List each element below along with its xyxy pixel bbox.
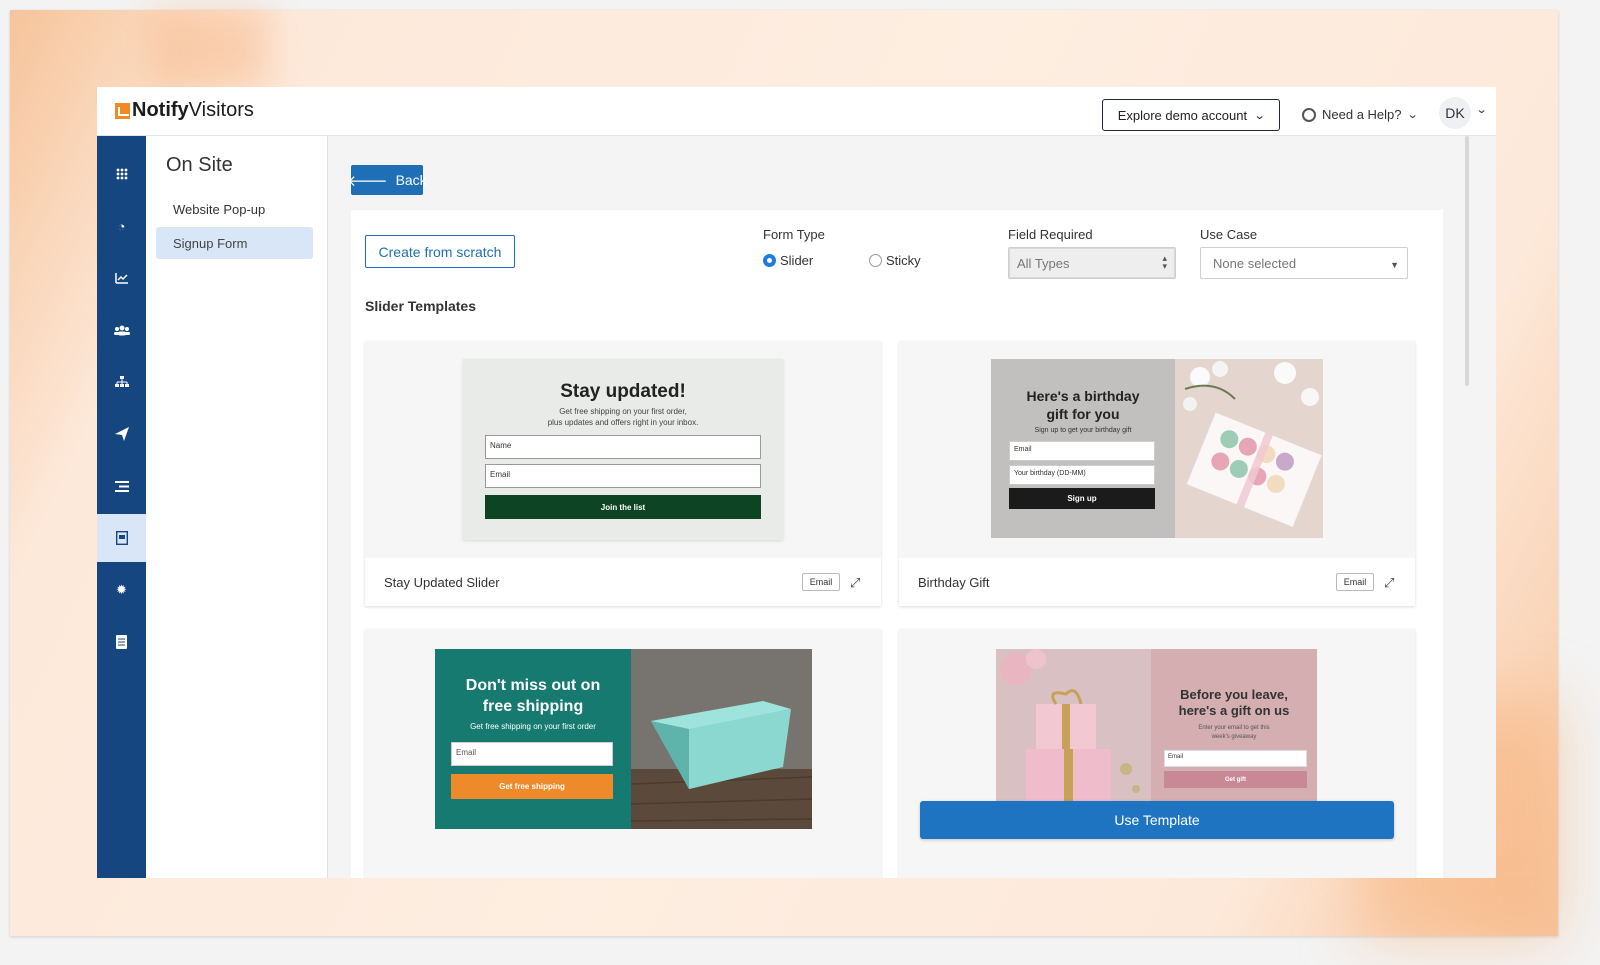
template-card[interactable]: Don't miss out on free shipping Get free… [365,629,881,878]
template-card[interactable]: Here's a birthday gift for you Sign up t… [899,341,1415,606]
mockup-name-field: Name [485,435,761,459]
form-type-label: Form Type [763,227,825,242]
avatar[interactable]: DK [1439,97,1471,129]
mockup-email-field: Email [1009,441,1155,461]
stay-updated-mockup: Stay updated! Get free shipping on your … [463,359,783,540]
top-bar: Notify Visitors Explore demo account ⌄ Ne… [97,87,1496,136]
template-card[interactable]: Before you leave, here's a gift on us En… [899,629,1415,878]
caret-down-icon: ▼ [1390,260,1399,270]
section-title: Slider Templates [365,298,477,314]
mockup-join-button: Join the list [485,495,761,519]
mockup-heading: Before you leave, [1180,687,1288,702]
app-window: Notify Visitors Explore demo account ⌄ Ne… [97,87,1496,878]
mockup-birthday-field: Your birthday (DD-MM) [1009,465,1155,485]
mockup-email-field: Email [451,742,613,766]
send-plane-icon[interactable] [97,410,146,458]
macaron-gift-image [1175,359,1323,538]
template-card[interactable]: Stay updated! Get free shipping on your … [365,341,881,606]
subnav-item-website-popup[interactable]: Website Pop-up [156,193,313,225]
mockup-form-side: Don't miss out on free shipping Get free… [435,649,631,829]
icon-sidebar: ◔ ✹ [97,136,146,878]
mockup-subtext: week's giveaway [1211,734,1257,740]
templates-panel: Create from scratch Form Type Slider Sti… [351,210,1443,878]
mockup-heading: Here's a birthday [1026,388,1140,404]
back-label: Back [395,172,427,188]
email-tag: Email [802,573,840,591]
expand-icon[interactable]: ⤢ [850,575,860,591]
template-preview[interactable]: Before you leave, here's a gift on us En… [899,629,1415,878]
chevron-down-icon[interactable]: ⌄ [1476,103,1488,116]
radio-unselected-icon [869,254,882,267]
subnav-panel: On Site Website Pop-up Signup Form [146,136,328,878]
signup-form-icon[interactable] [97,514,146,562]
mockup-subtext: Sign up to get your birthday gift [1034,427,1132,434]
chevron-down-icon: ⌄ [1253,109,1266,122]
mockup-subtext: Get free shipping on your first order, [559,407,687,416]
field-required-select[interactable]: All Types ▴ ▾ [1008,247,1176,279]
subnav-title: On Site [166,154,233,176]
template-preview[interactable]: Don't miss out on free shipping Get free… [365,629,881,878]
explore-demo-button[interactable]: Explore demo account ⌄ [1102,99,1280,131]
analytics-chart-icon[interactable] [97,254,146,302]
mockup-heading: Don't miss out on [465,677,601,694]
settings-gear-icon[interactable]: ✹ [97,566,146,614]
hierarchy-icon[interactable] [97,358,146,406]
template-preview[interactable]: Stay updated! Get free shipping on your … [365,341,881,558]
mockup-heading: free shipping [482,698,584,715]
email-tag: Email [1336,573,1374,591]
create-from-scratch-button[interactable]: Create from scratch [365,235,515,268]
field-required-label: Field Required [1008,227,1093,242]
subnav-item-signup-form[interactable]: Signup Form [156,227,313,259]
logo-mark-icon [115,102,130,119]
mockup-heading: Stay updated! [560,381,686,402]
shipping-box-image [631,649,812,829]
radio-sticky[interactable]: Sticky [869,253,921,268]
help-menu[interactable]: Need a Help? ⌄ [1302,107,1419,122]
use-case-select[interactable]: None selected ▼ [1200,247,1408,279]
brand-name-bold: Notify [132,99,189,121]
help-label: Need a Help? [1322,107,1402,122]
field-required-value: All Types [1017,255,1070,271]
brand-logo[interactable]: Notify Visitors [115,99,254,122]
arrow-left-icon: 🡐 [347,172,388,190]
mockup-heading: here's a gift on us [1178,703,1290,718]
users-group-icon[interactable] [97,306,146,354]
lifebuoy-icon [1302,107,1316,122]
expand-icon[interactable]: ⤢ [1384,575,1394,591]
mockup-form-side: Here's a birthday gift for you Sign up t… [991,359,1175,538]
chevron-down-icon: ⌄ [1406,109,1419,121]
use-case-value: None selected [1213,255,1297,271]
brand-name-rest: Visitors [188,99,254,121]
updown-caret-icon: ▴ ▾ [1162,253,1167,271]
mockup-email-field: Email [485,464,761,488]
back-button[interactable]: 🡐 Back [347,165,427,195]
explore-demo-label: Explore demo account [1117,107,1248,123]
radio-sticky-label: Sticky [886,253,921,268]
backdrop-glow [150,10,270,90]
birthday-gift-mockup: Here's a birthday gift for you Sign up t… [991,359,1323,538]
list-icon[interactable] [97,462,146,510]
document-icon[interactable] [97,618,146,666]
mockup-form-side: Before you leave, here's a gift on us En… [1151,649,1317,804]
mockup-signup-button: Sign up [1009,488,1155,509]
scrollbar[interactable] [1465,136,1469,386]
gift-boxes-image [996,649,1151,804]
dashboard-gauge-icon[interactable]: ◔ [97,202,146,250]
mockup-email-field: Email [1164,750,1307,767]
radio-slider-label: Slider [780,253,814,268]
mockup-shipping-button: Get free shipping [451,774,613,799]
use-case-label: Use Case [1200,227,1258,242]
radio-selected-icon [763,254,776,267]
use-template-button[interactable]: Use Template [920,801,1394,839]
apps-grid-icon[interactable] [97,150,146,198]
free-shipping-mockup: Don't miss out on free shipping Get free… [435,649,812,829]
mockup-heading: gift for you [1046,406,1120,422]
mockup-subtext: Get free shipping on your first order [470,722,596,731]
mockup-gift-button: Get gift [1164,771,1307,788]
mockup-subtext: plus updates and offers right in your in… [547,418,699,427]
mockup-subtext: Enter your email to get this [1198,725,1270,731]
gift-on-us-mockup: Before you leave, here's a gift on us En… [996,649,1317,804]
radio-slider[interactable]: Slider [763,253,813,268]
template-preview[interactable]: Here's a birthday gift for you Sign up t… [899,341,1415,558]
